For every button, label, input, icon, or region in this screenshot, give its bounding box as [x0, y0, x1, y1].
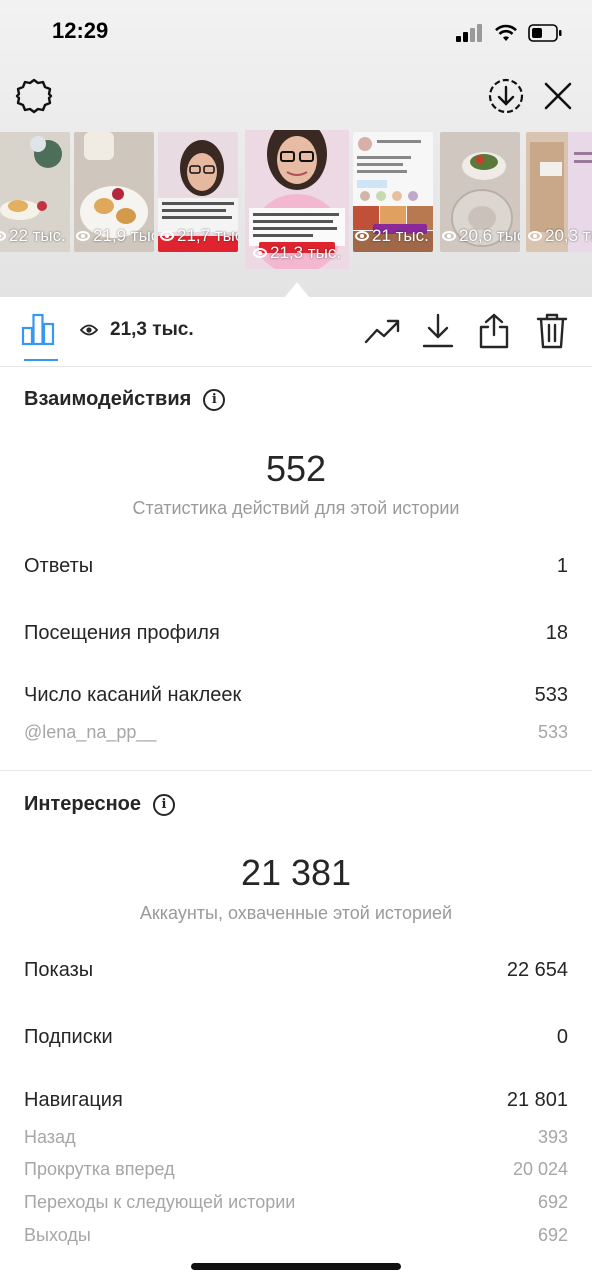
eye-icon [160, 231, 174, 241]
home-indicator[interactable] [191, 1263, 401, 1270]
discovery-header: Интересное i [24, 793, 175, 816]
story-thumbnail[interactable]: 22 тыс. [0, 132, 70, 252]
stat-row: Подписки 0 [24, 1026, 568, 1049]
eye-icon [76, 231, 90, 241]
story-preview-header: 12:29 22 тыс. 21,9 ты 21,7 ты 21,3 тыс. … [0, 0, 592, 297]
stat-value: 20 024 [512, 1159, 568, 1179]
stat-row: Число касаний наклеек 533 [24, 684, 568, 707]
gear-icon [15, 78, 53, 114]
story-thumbnail[interactable]: 20,6 тыс. [440, 132, 520, 252]
stat-value: 21 801 [506, 1089, 568, 1111]
story-views-count: 21,3 тыс. [110, 319, 194, 340]
thumbnail-views: 21,9 тыс. [93, 226, 154, 245]
wifi-icon [495, 24, 517, 41]
thumbnail-views: 21,7 тыс. [177, 226, 238, 245]
discovery-total: 21 381 [240, 852, 352, 893]
thumbnail-views: 21,3 тыс. [270, 243, 342, 262]
stat-label: Подписки [24, 1026, 113, 1048]
stat-subrow: Переходы к следующей истории 692 [24, 1192, 568, 1213]
stat-label: Навигация [24, 1089, 123, 1111]
status-time: 12:29 [52, 18, 109, 43]
battery-icon [528, 24, 562, 42]
stat-label: Прокрутка вперед [24, 1159, 175, 1179]
insights-tab[interactable] [16, 307, 60, 351]
eye-icon [253, 248, 267, 258]
stat-value: 533 [534, 684, 568, 706]
thumbnail-views: 22 тыс. [9, 226, 66, 245]
stat-label: Выходы [24, 1225, 91, 1245]
story-views: 21,3 тыс. [80, 319, 194, 341]
stat-value: 1 [556, 555, 568, 577]
trending-up-icon [364, 319, 400, 344]
stat-value: 692 [537, 1225, 568, 1245]
settings-button[interactable] [12, 74, 56, 118]
stat-label: @lena_na_pp__ [24, 722, 157, 742]
eye-icon [442, 231, 456, 241]
download-button[interactable] [418, 311, 458, 351]
save-story-button[interactable] [484, 74, 528, 118]
bar-chart-icon [21, 313, 55, 346]
eye-icon [528, 231, 542, 241]
eye-icon [355, 231, 369, 241]
active-story-pointer [285, 282, 309, 297]
stat-subrow: @lena_na_pp__ 533 [24, 722, 568, 743]
thumbnail-views: 20,6 тыс. [459, 226, 520, 245]
trash-icon [536, 313, 568, 349]
stat-row: Навигация 21 801 [24, 1089, 568, 1112]
stat-row: Посещения профиля 18 [24, 622, 568, 645]
info-icon[interactable]: i [153, 793, 175, 816]
stat-row: Ответы 1 [24, 555, 568, 578]
story-thumbnail[interactable]: 21,7 тыс. [158, 132, 238, 252]
share-button[interactable] [474, 311, 514, 351]
status-bar: 12:29 [0, 0, 592, 64]
stat-label: Ответы [24, 555, 94, 577]
stat-subrow: Назад 393 [24, 1127, 568, 1148]
stat-value: 692 [537, 1192, 568, 1212]
stat-label: Назад [24, 1127, 76, 1147]
signal-icon [456, 24, 482, 42]
thumbnail-views: 20,3 тыс. [545, 226, 592, 245]
stat-subrow: Прокрутка вперед 20 024 [24, 1159, 568, 1180]
interactions-header: Взаимодействия i [24, 388, 226, 411]
stat-subrow: Выходы 692 [24, 1225, 568, 1246]
promote-button[interactable] [362, 311, 402, 351]
stat-label: Число касаний наклеек [24, 684, 242, 706]
stats-toolbar: 21,3 тыс. [0, 297, 592, 367]
active-tab-indicator [24, 359, 58, 361]
download-circle-icon [488, 78, 524, 114]
eye-icon [80, 324, 98, 336]
discovery-subtitle: Аккаунты, охваченные этой историей [139, 903, 453, 923]
stat-value: 18 [545, 622, 568, 644]
section-divider [0, 770, 592, 771]
stat-value: 22 654 [506, 959, 568, 981]
interactions-title: Взаимодействия [24, 388, 192, 410]
status-icons [456, 22, 562, 44]
story-thumbnail[interactable]: 20,3 тыс. [526, 132, 592, 252]
stat-value: 533 [537, 722, 568, 742]
thumbnail-views: 21 тыс. [372, 226, 429, 245]
stat-value: 0 [556, 1026, 568, 1048]
stat-label: Переходы к следующей истории [24, 1192, 296, 1212]
stat-row: Показы 22 654 [24, 959, 568, 982]
info-icon[interactable]: i [203, 388, 226, 411]
stat-value: 393 [537, 1127, 568, 1147]
download-icon [422, 313, 454, 348]
close-button[interactable] [536, 74, 580, 118]
interactions-total: 552 [265, 448, 327, 489]
eye-icon [0, 231, 6, 241]
discovery-title: Интересное [24, 793, 141, 815]
interactions-subtitle: Статистика действий для этой истории [132, 498, 460, 518]
story-thumbnail-active[interactable]: 21,3 тыс. [245, 130, 349, 269]
share-icon [479, 313, 509, 349]
story-thumbnail[interactable]: 21 тыс. [353, 132, 433, 252]
stat-label: Показы [24, 959, 94, 981]
stat-label: Посещения профиля [24, 622, 220, 644]
story-toolbar [0, 74, 592, 122]
story-thumbnail-strip[interactable]: 22 тыс. 21,9 тыс. [0, 130, 592, 270]
story-thumbnail[interactable]: 21,9 тыс. [74, 132, 154, 252]
close-icon [544, 82, 572, 110]
delete-button[interactable] [532, 311, 572, 351]
